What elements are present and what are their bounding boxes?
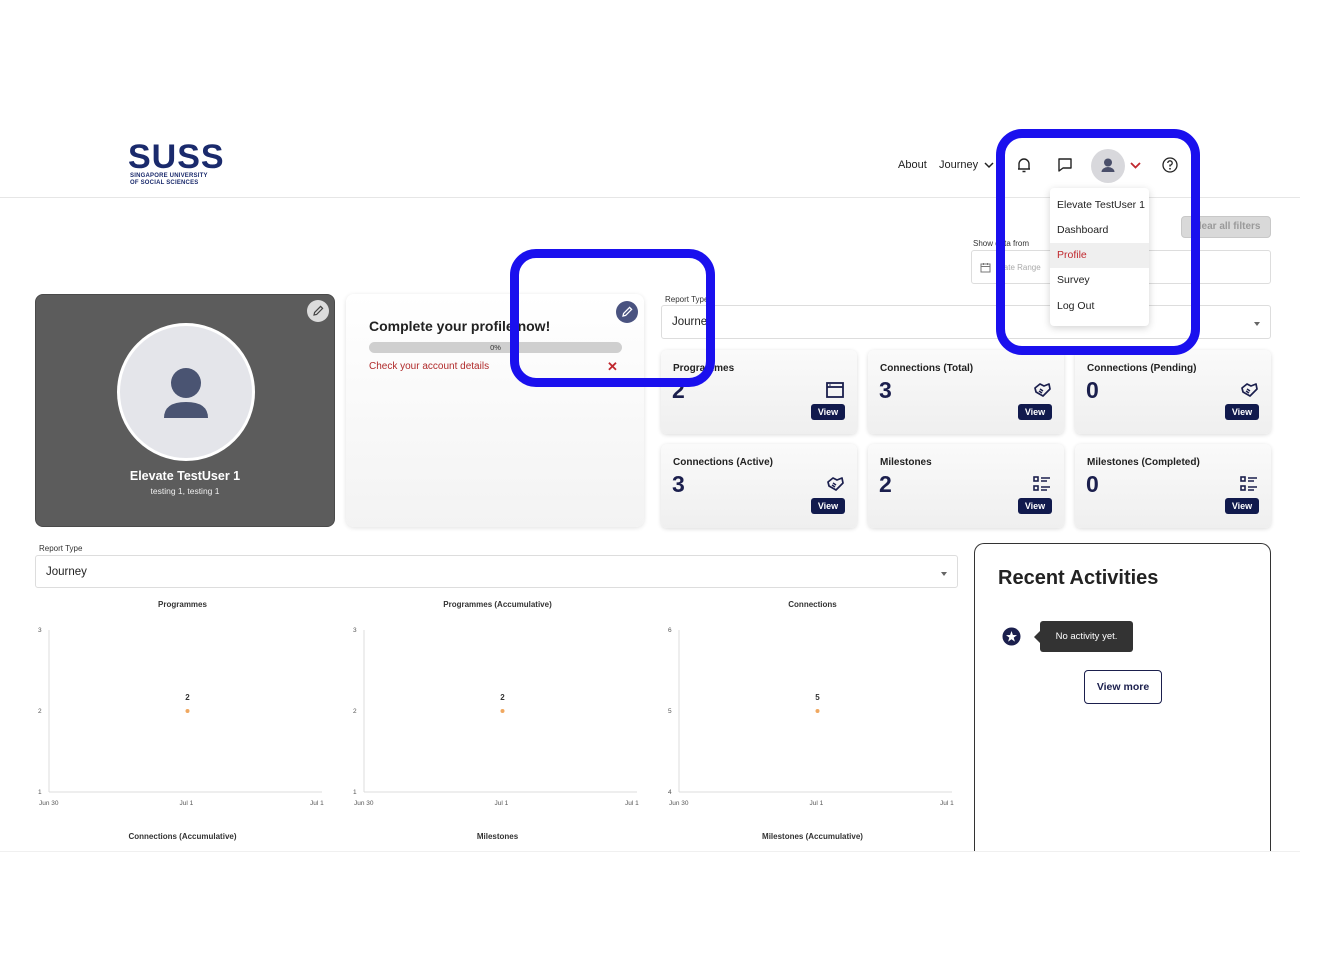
logo-wordmark: SUSS — [128, 138, 225, 176]
page-bottom-whitespace — [0, 852, 1324, 968]
stat-value: 0 — [1086, 471, 1099, 497]
data-point — [185, 709, 190, 713]
stat-view-button[interactable]: View — [1018, 404, 1052, 420]
scatter-chart: 3 2 1 Jun 30 Jul 1 Jul 1 2 — [38, 627, 324, 807]
y-tick-label: 1 — [38, 789, 42, 796]
edit-profile-photo-button[interactable] — [307, 300, 329, 322]
recent-activities-title: Recent Activities — [998, 567, 1159, 589]
y-tick-label: 1 — [353, 789, 357, 796]
y-tick-label: 3 — [353, 627, 357, 634]
report-type-label: Report Type — [39, 544, 83, 553]
nav-about[interactable]: About — [898, 159, 927, 171]
y-tick-label: 2 — [38, 708, 42, 715]
stat-value: 0 — [1086, 377, 1099, 403]
stat-value: 3 — [672, 471, 685, 497]
y-tick-label: 4 — [668, 789, 672, 796]
chart-title: Milestones (Accumulative) — [762, 832, 863, 841]
nav-journey[interactable]: Journey — [939, 159, 978, 171]
no-activity-tooltip: No activity yet. — [1034, 621, 1133, 652]
journey-chevron-down-icon[interactable] — [984, 160, 994, 170]
check-account-link[interactable]: Check your account details — [369, 361, 489, 372]
stat-title: Connections (Pending) — [1087, 363, 1197, 374]
logo-subtitle: SINGAPORE UNIVERSITY OF SOCIAL SCIENCES — [130, 173, 208, 187]
chart-title: Milestones — [476, 832, 519, 841]
scatter-chart: 3 2 1 Jun 30 Jul 1 Jul 1 2 — [353, 627, 639, 807]
chart-title: Programmes — [158, 600, 207, 609]
caret-down-icon — [1254, 322, 1260, 326]
x-tick-label: Jul 1 — [180, 800, 194, 807]
stat-card: Milestones 2 View — [868, 444, 1064, 528]
chart-title: Programmes (Accumulative) — [443, 600, 552, 609]
stat-value: 3 — [879, 377, 892, 403]
x-tick-label: Jun 30 — [669, 800, 689, 807]
stat-view-button[interactable]: View — [811, 498, 845, 514]
stat-card: Connections (Active) 3 View — [661, 444, 857, 528]
x-tick-label: Jul 1 — [810, 800, 824, 807]
stat-view-button[interactable]: View — [1225, 404, 1259, 420]
logo-line-2: OF SOCIAL SCIENCES — [130, 180, 199, 186]
x-tick-label: Jul 1 — [495, 800, 509, 807]
logo-line-1: SINGAPORE UNIVERSITY — [130, 173, 208, 179]
handshake-icon — [1241, 383, 1258, 397]
y-tick-label: 5 — [668, 708, 672, 715]
handshake-icon — [827, 477, 844, 491]
checklist-icon — [1033, 476, 1050, 491]
data-label: 2 — [500, 693, 505, 702]
x-tick-label: Jul 1 — [940, 800, 954, 807]
x-tick-label: Jul 1 — [310, 800, 324, 807]
data-label: 5 — [815, 693, 820, 702]
data-point — [500, 709, 505, 713]
chart-title: Connections (Accumulative) — [128, 832, 237, 841]
stat-title: Connections (Total) — [880, 363, 974, 374]
stat-title: Milestones — [880, 457, 932, 468]
stat-title: Connections (Active) — [673, 457, 774, 468]
calendar-icon — [980, 263, 991, 273]
stat-view-button[interactable]: View — [1225, 498, 1259, 514]
view-more-button[interactable]: View more — [1084, 670, 1162, 704]
stat-card: Milestones (Completed) 0 View — [1075, 444, 1271, 528]
window-icon — [826, 382, 844, 398]
y-tick-label: 2 — [353, 708, 357, 715]
handshake-icon — [1034, 383, 1051, 397]
highlight-box-user-menu — [996, 129, 1200, 355]
stat-title: Milestones (Completed) — [1087, 457, 1200, 468]
y-tick-label: 3 — [38, 627, 42, 634]
stat-view-button[interactable]: View — [1018, 498, 1052, 514]
y-tick-label: 6 — [668, 627, 672, 634]
report-type-value: Journey — [46, 566, 87, 578]
profile-avatar — [117, 323, 255, 461]
profile-subtitle: testing 1, testing 1 — [150, 486, 220, 496]
highlight-box-edit-profile — [510, 249, 715, 387]
recent-activities-panel — [974, 543, 1271, 873]
x-tick-label: Jul 1 — [625, 800, 639, 807]
suss-logo[interactable]: SUSS — [128, 140, 225, 174]
scatter-chart: 6 5 4 Jun 30 Jul 1 Jul 1 5 — [668, 627, 954, 807]
data-point — [815, 709, 820, 713]
page-bottom-divider — [0, 851, 1300, 852]
stat-card: Connections (Pending) 0 View — [1075, 350, 1271, 434]
user-icon — [164, 368, 208, 418]
data-label: 2 — [185, 693, 190, 702]
x-tick-label: Jun 30 — [354, 800, 374, 807]
checklist-icon — [1240, 476, 1257, 491]
stat-view-button[interactable]: View — [811, 404, 845, 420]
stat-card: Connections (Total) 3 View — [868, 350, 1064, 434]
stat-value: 2 — [879, 471, 892, 497]
chart-title: Connections — [788, 600, 837, 609]
pencil-icon — [313, 305, 324, 316]
star-icon — [1002, 627, 1021, 646]
profile-name: Elevate TestUser 1 — [129, 469, 241, 483]
x-tick-label: Jun 30 — [39, 800, 59, 807]
caret-down-icon — [941, 572, 947, 576]
report-type-select[interactable]: Journey — [35, 555, 958, 588]
